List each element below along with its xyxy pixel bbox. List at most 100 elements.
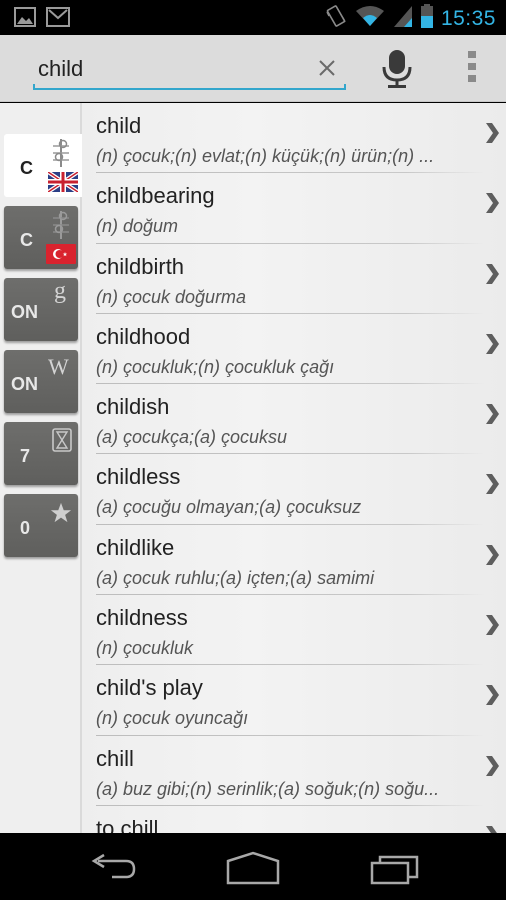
- result-word: childish: [96, 394, 169, 420]
- headword: child: [96, 113, 142, 138]
- overflow-menu-button[interactable]: [464, 51, 480, 87]
- result-definition: (a) buz gibi;(n) serinlik;(a) soğuk;(n) …: [96, 778, 440, 799]
- action-bar: [0, 35, 506, 102]
- result-definition: (n) çocuk;(n) evlat;(n) küçük;(n) ürün;(…: [96, 146, 435, 166]
- headword: chill: [120, 815, 159, 833]
- chevron-right-icon: [486, 263, 499, 284]
- result-row[interactable]: childlike (a) çocuk ruhlu;(a) içten;(a) s…: [88, 525, 506, 596]
- result-row[interactable]: child's play (n) çocuk oyuncağı: [88, 665, 506, 736]
- headword: chill: [96, 745, 134, 771]
- result-word: childness: [96, 605, 188, 631]
- search-field: [33, 48, 346, 90]
- result-word: childhood: [96, 324, 190, 350]
- search-input[interactable]: [38, 54, 298, 84]
- navigation-bar: [0, 833, 506, 900]
- results-list: child (n) çocuk;(n) evlat;(n) küçük;(n) ü…: [88, 103, 506, 833]
- signal-icon: [393, 4, 413, 33]
- result-word: chill: [96, 746, 134, 772]
- result-row[interactable]: childhood (n) çocukluk;(n) çocukluk çağı: [88, 314, 506, 385]
- home-button[interactable]: [226, 851, 280, 885]
- chevron-right-icon: [486, 474, 499, 495]
- result-word: to chill: [96, 816, 158, 833]
- clock: 15:35: [440, 6, 496, 30]
- headword: childlike: [96, 534, 175, 560]
- back-button[interactable]: [86, 851, 136, 885]
- vibrate-icon: [325, 4, 347, 33]
- tab-google-online[interactable]: ON g: [4, 278, 78, 341]
- headword: child's play: [96, 675, 203, 701]
- result-definition: (a) çocuk ruhlu;(a) içten;(a) samimi: [96, 567, 375, 588]
- result-definition: (a) çocukça;(a) çocuksu: [96, 427, 288, 448]
- result-word: child's play: [96, 675, 203, 701]
- result-word: child: [96, 113, 141, 139]
- chevron-right-icon: [486, 755, 499, 776]
- headword: childless: [96, 464, 181, 490]
- back-icon: [91, 853, 136, 879]
- tab-wikipedia-online[interactable]: ON W: [4, 350, 78, 413]
- chevron-right-icon: [486, 404, 499, 425]
- recent-apps-button[interactable]: [370, 851, 420, 885]
- overflow-dot: [468, 63, 476, 70]
- recent-apps-icon: [370, 855, 419, 885]
- google-icon: g: [54, 278, 66, 304]
- content-area: C C ON g ON W 7 0 child (n) çocuk;(n) ev…: [0, 103, 506, 833]
- result-definition: (n) çocukluk: [96, 638, 194, 659]
- uk-flag-icon: [48, 172, 78, 192]
- star-icon: [50, 502, 72, 523]
- tab-turkish-dictionary[interactable]: C: [4, 206, 78, 269]
- microphone-icon: [382, 50, 412, 88]
- headword: childbirth: [96, 253, 185, 279]
- word-prefix: to: [96, 815, 121, 833]
- status-bar: 15:35: [0, 0, 506, 35]
- wifi-icon: [355, 5, 385, 32]
- english-dictionary-icon: [53, 139, 69, 167]
- headword: childhood: [96, 323, 191, 349]
- result-definition: (n) doğum: [96, 216, 179, 237]
- result-definition: (n) çocuk doğurma: [96, 286, 247, 307]
- dictionary-sidebar: C C ON g ON W 7 0: [0, 103, 82, 833]
- result-row[interactable]: childbirth (n) çocuk doğurma: [88, 244, 506, 314]
- wikipedia-icon: W: [48, 354, 69, 379]
- overflow-dot: [468, 75, 476, 82]
- result-row[interactable]: childbearing (n) doğum: [88, 173, 506, 244]
- result-row[interactable]: child (n) çocuk;(n) evlat;(n) küçük;(n) ü…: [88, 103, 506, 174]
- search-underline: [33, 84, 346, 90]
- result-definition: (n) çocuk oyuncağı: [96, 708, 249, 729]
- tab-label: 0: [20, 518, 31, 538]
- tab-favorites[interactable]: 0: [4, 494, 78, 557]
- chevron-right-icon: [486, 685, 499, 706]
- result-word: childbirth: [96, 254, 184, 280]
- gmail-notification-icon: [46, 7, 70, 32]
- tab-english-dictionary[interactable]: C: [4, 134, 82, 197]
- result-row[interactable]: childish (a) çocukça;(a) çocuksu: [88, 384, 506, 455]
- headword: childish: [96, 394, 170, 420]
- result-definition: (n) çocukluk;(n) çocukluk çağı: [96, 356, 335, 377]
- tab-label: C: [20, 158, 33, 178]
- voice-search-button[interactable]: [380, 49, 414, 91]
- headword: childness: [96, 605, 188, 631]
- chevron-right-icon: [486, 333, 499, 354]
- history-hourglass-icon: [52, 428, 72, 452]
- result-row[interactable]: childless (a) çocuğu olmayan;(a) çocuksuz: [88, 454, 506, 525]
- tab-history[interactable]: 7: [4, 422, 78, 485]
- result-row[interactable]: to chill: [88, 806, 506, 833]
- tab-label: C: [20, 230, 33, 250]
- overflow-menu-icon: [468, 51, 476, 58]
- result-word: childbearing: [96, 183, 215, 209]
- clear-search-button[interactable]: [315, 56, 339, 80]
- home-icon: [226, 851, 280, 885]
- result-row[interactable]: chill (a) buz gibi;(n) serinlik;(a) soğuk…: [88, 736, 506, 806]
- chevron-right-icon: [486, 193, 499, 214]
- chevron-right-icon: [486, 825, 497, 833]
- image-notification-icon: [14, 7, 36, 32]
- tab-label: ON: [11, 374, 38, 394]
- turkey-flag-icon: [46, 244, 76, 264]
- chevron-right-icon: [486, 615, 499, 636]
- result-definition: (a) çocuğu olmayan;(a) çocuksuz: [96, 497, 362, 518]
- chevron-right-icon: [486, 123, 499, 143]
- result-row[interactable]: childness (n) çocukluk: [88, 595, 506, 666]
- result-word: childlike: [96, 535, 174, 561]
- turkish-dictionary-icon: [53, 211, 69, 239]
- headword: childbearing: [96, 183, 215, 209]
- chevron-right-icon: [486, 544, 499, 565]
